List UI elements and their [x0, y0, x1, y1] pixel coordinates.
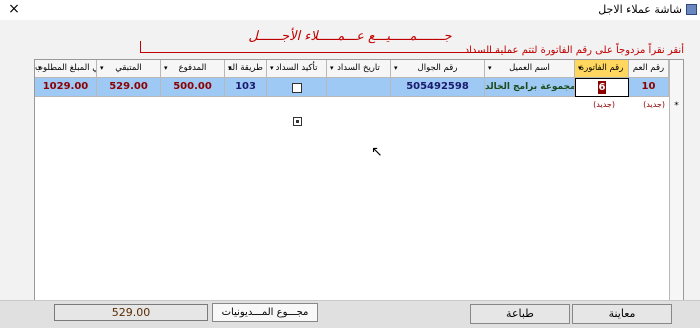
bottom-bar: 529.00 مجـــوع المـــديونيات طباعة معاين… [0, 300, 700, 328]
col-header-label: المتبقي [115, 63, 142, 73]
window-title: شاشة عملاء الاجل [598, 3, 682, 16]
close-icon[interactable]: × [6, 1, 22, 17]
chevron-down-icon: ▾ [164, 64, 168, 72]
record-button[interactable] [293, 117, 302, 126]
app-icon [686, 4, 697, 15]
invoice-no-value[interactable]: 6 [598, 81, 606, 94]
col-header-paid[interactable]: ▾ المدفوع [161, 60, 225, 78]
new-row-marker[interactable]: * [670, 97, 683, 116]
col-header-payment-date[interactable]: ▾ تاريخ السداد [327, 60, 391, 78]
chevron-down-icon: ▾ [330, 64, 334, 72]
selector-header [670, 60, 683, 78]
cell-customer-name[interactable]: مجموعة برامج الخالد [485, 78, 575, 97]
col-header-label: رقم العم [632, 63, 665, 73]
total-debts-label: مجـــوع المـــديونيات [212, 303, 318, 322]
chevron-down-icon: ▾ [228, 64, 232, 72]
chevron-down-icon: ▾ [270, 64, 274, 72]
cell-confirmed[interactable] [267, 78, 327, 97]
chevron-down-icon: ▾ [488, 64, 492, 72]
col-header-label: رقم الفاتورة [579, 63, 624, 73]
col-header-label: إجمالي المبلغ المطلوب [35, 63, 96, 73]
form-body: جـــــــمـــــيـــع عـــمـــــلاء الأجــ… [0, 20, 700, 328]
cell-mobile[interactable]: 505492598 [391, 78, 485, 97]
form-heading: جـــــــمـــــيـــع عـــمـــــلاء الأجــ… [248, 29, 452, 44]
chevron-down-icon: ▾ [100, 64, 104, 72]
row-selector-column: * [669, 60, 683, 305]
new-row-label-customer: (جديد) [643, 100, 665, 109]
col-header-remaining[interactable]: ▾ المتبقي [97, 60, 161, 78]
cell-payment-date[interactable] [327, 78, 391, 97]
chevron-down-icon: ▾ [394, 64, 398, 72]
heading-underline [140, 52, 512, 53]
new-row-label-invoice: (جديد) [593, 100, 615, 109]
col-header-label: تأكيد السداد [275, 63, 318, 73]
print-button[interactable]: طباعة [470, 304, 570, 324]
instruction-text: أنقر نقراً مزدوجاً على رقم الفاتورة لتتم… [464, 45, 684, 56]
cell-payment-method[interactable]: 103 [225, 78, 267, 97]
col-header-label: المدفوع [178, 63, 207, 73]
col-header-label: طريقة الد [228, 63, 263, 73]
mouse-cursor-icon: ↖ [371, 144, 383, 160]
col-header-customer-name[interactable]: ▾ اسم العميل [485, 60, 575, 78]
row-selector[interactable] [670, 78, 683, 97]
total-debts-value: 529.00 [54, 304, 208, 321]
customers-grid[interactable]: رقم العم ▾ رقم الفاتورة ▾ اسم العميل ▾ ر… [34, 59, 684, 306]
chevron-down-icon: ▾ [38, 64, 42, 72]
heading-tick [140, 41, 141, 53]
cell-remaining[interactable]: 529.00 [97, 78, 161, 97]
col-header-label: تاريخ السداد [337, 63, 380, 73]
col-header-confirmed[interactable]: ▾ تأكيد السداد [267, 60, 327, 78]
title-bar: شاشة عملاء الاجل × [0, 0, 700, 21]
col-header-customer-no[interactable]: رقم العم [629, 60, 669, 78]
cell-invoice-no[interactable]: 6 [575, 78, 629, 97]
cell-paid[interactable]: 500.00 [161, 78, 225, 97]
chevron-down-icon: ▾ [578, 64, 582, 72]
col-header-label: رقم الجوال [417, 63, 458, 73]
col-header-total[interactable]: ▾ إجمالي المبلغ المطلوب [35, 60, 97, 78]
cell-customer-no[interactable]: 10 [629, 78, 669, 97]
col-header-mobile[interactable]: ▾ رقم الجوال [391, 60, 485, 78]
confirmed-checkbox[interactable] [291, 83, 302, 93]
col-header-payment-method[interactable]: ▾ طريقة الد [225, 60, 267, 78]
col-header-invoice-no[interactable]: ▾ رقم الفاتورة [575, 60, 629, 78]
col-header-label: اسم العميل [509, 63, 550, 73]
cell-total[interactable]: 1029.00 [35, 78, 97, 97]
preview-button[interactable]: معاينة [572, 304, 672, 324]
